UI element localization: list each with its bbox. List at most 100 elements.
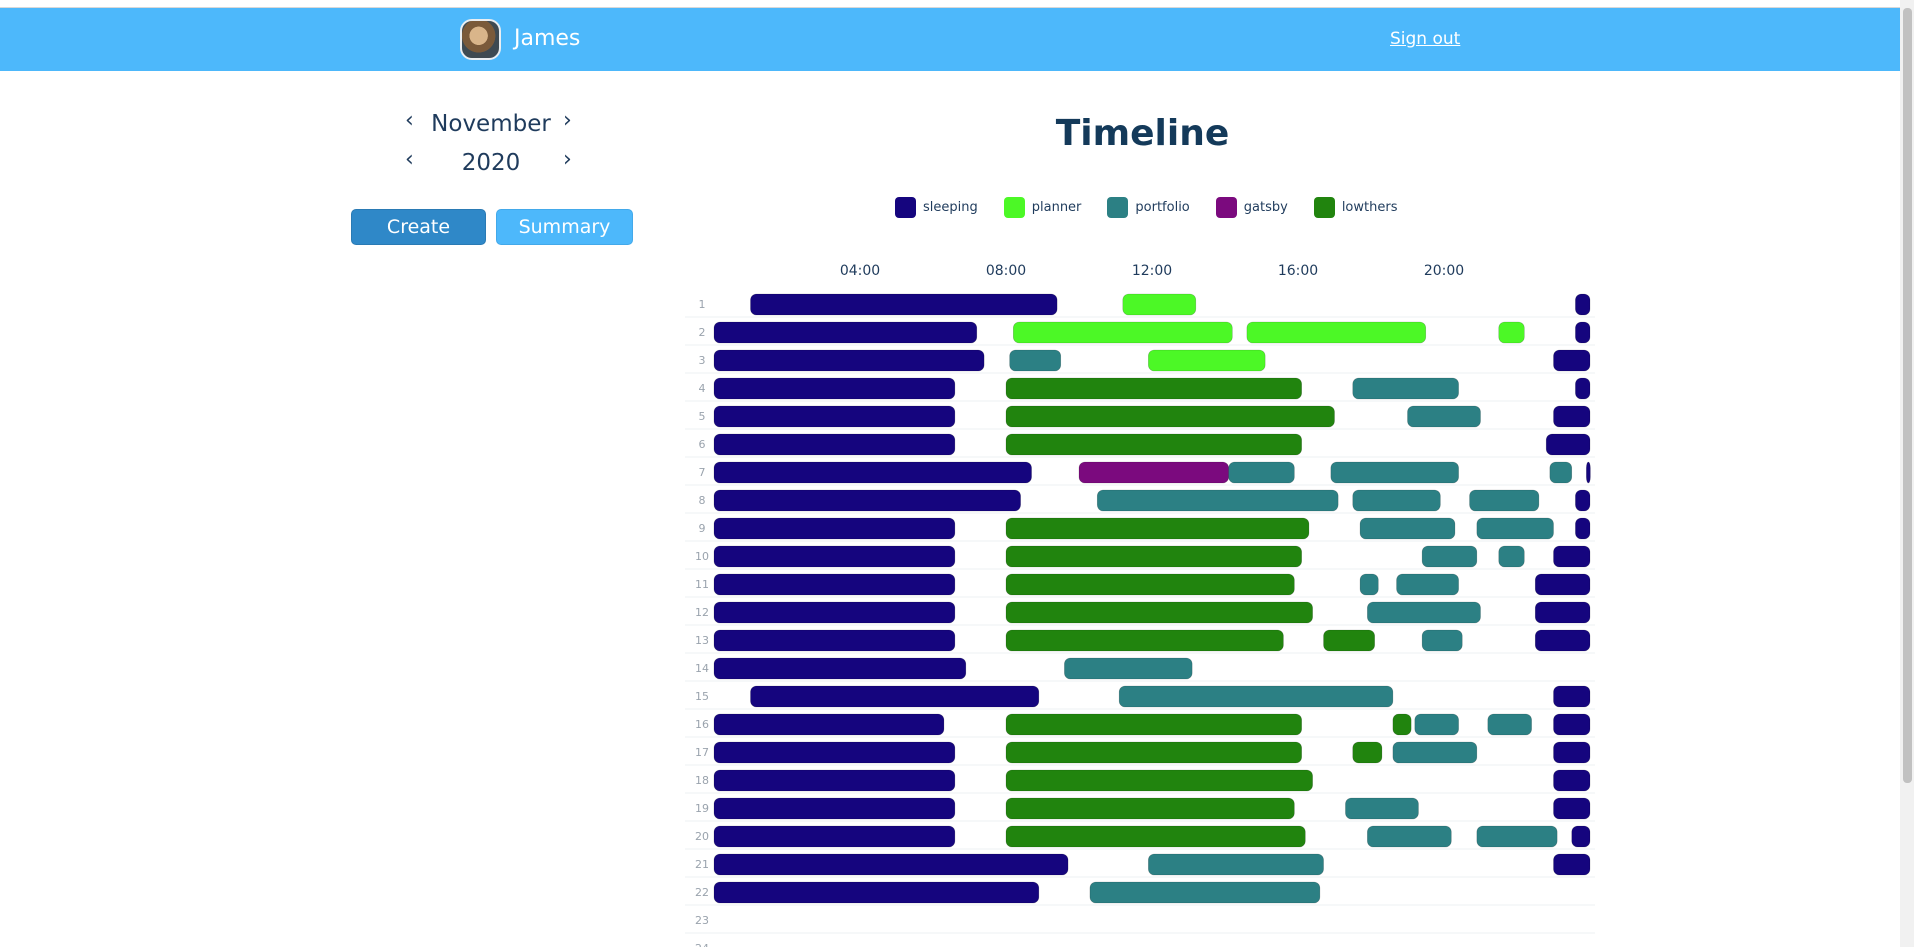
year-label: 2020	[461, 150, 521, 176]
timeline-bar-portfolio	[1359, 573, 1379, 596]
timeline-bar-sleeping	[750, 293, 1058, 316]
timeline-bar-portfolio	[1392, 741, 1478, 764]
timeline-bar-sleeping	[1534, 573, 1591, 596]
legend-item-sleeping[interactable]: sleeping	[895, 196, 978, 218]
timeline-bar-planner	[1148, 349, 1266, 372]
timeline-bar-sleeping	[1553, 405, 1591, 428]
timeline-bar-portfolio	[1118, 685, 1394, 708]
timeline-bar-sleeping	[713, 573, 956, 596]
timeline-bar-sleeping	[1553, 853, 1591, 876]
timeline-bar-sleeping	[1575, 517, 1591, 540]
timeline-bar-lowthers	[1005, 797, 1295, 820]
chart-title: Timeline	[1055, 113, 1230, 154]
user-avatar[interactable]	[460, 19, 501, 60]
legend-swatch-gatsby	[1215, 196, 1237, 218]
timeline-bar-sleeping	[750, 685, 1040, 708]
timeline-bar-portfolio	[1421, 545, 1478, 568]
legend-item-lowthers[interactable]: lowthers	[1313, 196, 1397, 218]
x-tick-label: 16:00	[1278, 263, 1318, 279]
create-button[interactable]: Create	[351, 209, 486, 245]
timeline-bar-sleeping	[1553, 349, 1591, 372]
timeline-bar-sleeping	[1575, 377, 1591, 400]
legend-item-portfolio[interactable]: portfolio	[1107, 196, 1190, 218]
timeline-chart: 04:00 08:00 12:00 16:00 20:00 1 2 3 4 5 6 7 8 9 10 11 12…	[685, 255, 1600, 947]
timeline-bar-lowthers	[1005, 713, 1302, 736]
timeline-bar-sleeping	[1575, 321, 1591, 344]
timeline-bar-lowthers	[1005, 573, 1295, 596]
row-label: 10	[695, 550, 709, 563]
page-scrollbar-thumb[interactable]	[1903, 8, 1912, 783]
timeline-bar-sleeping	[713, 377, 956, 400]
row-label: 7	[699, 466, 706, 479]
timeline-bar-lowthers	[1323, 629, 1375, 652]
legend-label-sleeping: sleeping	[923, 199, 978, 215]
timeline-bar-sleeping	[713, 713, 945, 736]
legend-label-gatsby: gatsby	[1243, 199, 1288, 215]
row-label: 9	[699, 522, 706, 535]
row-label: 22	[695, 886, 709, 899]
x-tick-label: 04:00	[840, 263, 880, 279]
row-label: 3	[699, 354, 706, 367]
timeline-bar-portfolio	[1359, 517, 1456, 540]
row-label: 16	[695, 718, 709, 731]
timeline-bar-sleeping	[1553, 797, 1591, 820]
prev-year-chevron-icon[interactable]: ‹	[405, 149, 414, 171]
row-label: 15	[695, 690, 709, 703]
row-label: 21	[695, 858, 709, 871]
legend-label-portfolio: portfolio	[1135, 199, 1190, 215]
timeline-bar-lowthers	[1005, 545, 1302, 568]
next-month-chevron-icon[interactable]: ›	[563, 110, 572, 132]
timeline-bar-portfolio	[1396, 573, 1459, 596]
prev-month-chevron-icon[interactable]: ‹	[405, 110, 414, 132]
legend-item-gatsby[interactable]: gatsby	[1215, 196, 1288, 218]
timeline-bar-sleeping	[1534, 601, 1591, 624]
timeline-bar-portfolio	[1352, 489, 1441, 512]
timeline-bar-sleeping	[1534, 629, 1591, 652]
timeline-bar-gatsby	[1078, 461, 1229, 484]
timeline-bar-sleeping	[1575, 293, 1591, 316]
row-label: 13	[695, 634, 709, 647]
next-year-chevron-icon[interactable]: ›	[563, 149, 572, 171]
legend-swatch-planner	[1003, 196, 1025, 218]
timeline-bar-portfolio	[1421, 629, 1463, 652]
timeline-bar-lowthers	[1005, 433, 1302, 456]
timeline-bar-portfolio	[1549, 461, 1573, 484]
legend-swatch-lowthers	[1313, 196, 1335, 218]
timeline-bar-portfolio	[1367, 825, 1452, 848]
x-tick-label: 08:00	[986, 263, 1026, 279]
timeline-bar-lowthers	[1005, 601, 1313, 624]
timeline-bar-sleeping	[1586, 461, 1591, 484]
timeline-bar-planner	[1498, 321, 1525, 344]
timeline-bar-sleeping	[713, 517, 956, 540]
timeline-bar-sleeping	[713, 657, 967, 680]
timeline-bar-sleeping	[713, 461, 1032, 484]
timeline-bar-portfolio	[1228, 461, 1295, 484]
timeline-bar-sleeping	[1553, 769, 1591, 792]
username-label: James	[514, 26, 581, 51]
timeline-bar-portfolio	[1498, 545, 1525, 568]
row-label: 1	[699, 298, 706, 311]
summary-button[interactable]: Summary	[496, 209, 633, 245]
timeline-bar-sleeping	[1571, 825, 1591, 848]
timeline-bar-portfolio	[1064, 657, 1193, 680]
timeline-bar-lowthers	[1005, 517, 1310, 540]
legend-item-planner[interactable]: planner	[1003, 196, 1081, 218]
timeline-bar-sleeping	[1553, 741, 1591, 764]
row-label: 8	[699, 494, 706, 507]
month-label: November	[431, 111, 551, 137]
timeline-bar-planner	[1122, 293, 1197, 316]
timeline-bar-sleeping	[713, 853, 1069, 876]
timeline-bar-lowthers	[1005, 629, 1284, 652]
row-label: 18	[695, 774, 709, 787]
window-top-strip	[0, 0, 1914, 8]
timeline-bar-sleeping	[1545, 433, 1591, 456]
timeline-bar-lowthers	[1005, 405, 1335, 428]
row-label: 12	[695, 606, 709, 619]
timeline-bar-sleeping	[713, 433, 956, 456]
timeline-bar-portfolio	[1352, 377, 1459, 400]
timeline-bar-lowthers	[1005, 377, 1302, 400]
timeline-bar-planner	[1012, 321, 1233, 344]
row-label: 23	[695, 914, 709, 927]
sign-out-link[interactable]: Sign out	[1390, 29, 1460, 49]
timeline-bar-portfolio	[1487, 713, 1532, 736]
